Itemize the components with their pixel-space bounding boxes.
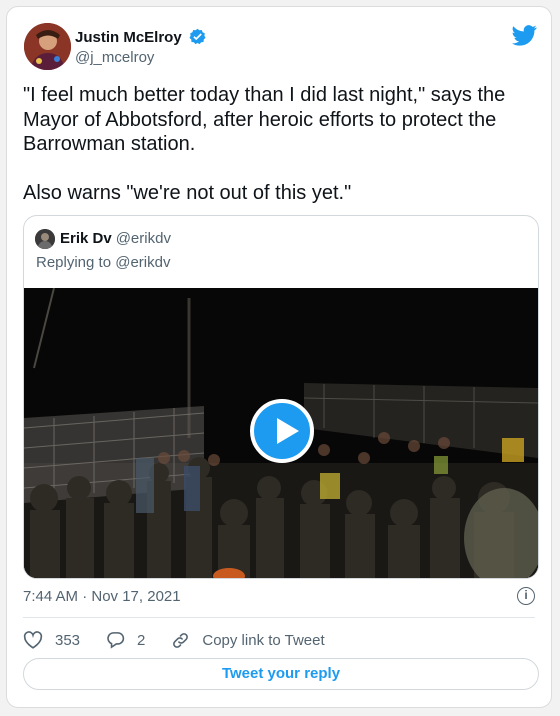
link-icon	[173, 632, 189, 648]
quoted-author-name[interactable]: Erik Dv	[60, 230, 112, 247]
verified-badge-icon	[189, 28, 206, 49]
play-button[interactable]	[250, 399, 314, 463]
tweet-card: Justin McElroy @j_mcelroy "I feel much b…	[6, 6, 552, 708]
divider	[23, 617, 535, 618]
reply-icon	[107, 632, 125, 649]
action-bar: 353 2 Copy link to Tweet	[23, 627, 351, 653]
author-handle[interactable]: @j_mcelroy	[75, 49, 154, 66]
heart-icon	[23, 631, 43, 649]
quoted-tweet[interactable]: Erik Dv @erikdv Replying to @erikdv	[23, 215, 539, 579]
author-avatar[interactable]	[24, 23, 71, 70]
tweet-your-reply-button[interactable]: Tweet your reply	[23, 658, 539, 690]
author-name[interactable]: Justin McElroy	[75, 28, 206, 49]
like-button[interactable]: 353	[23, 631, 80, 649]
tweet-text: "I feel much better today than I did las…	[23, 84, 506, 204]
reply-count: 2	[137, 631, 146, 649]
reply-action[interactable]: 2	[106, 631, 145, 649]
video-player[interactable]	[24, 288, 538, 578]
info-icon[interactable]: i	[517, 587, 535, 605]
twitter-bird-icon[interactable]	[512, 25, 537, 51]
tweet-timestamp[interactable]: 7:44 AM · Nov 17, 2021	[23, 588, 181, 605]
quoted-author[interactable]: Erik Dv @erikdv	[60, 230, 171, 247]
quoted-author-handle[interactable]: @erikdv	[116, 230, 171, 247]
copy-link-button[interactable]: Copy link to Tweet	[171, 631, 325, 650]
quoted-author-avatar[interactable]	[35, 229, 55, 249]
copy-link-label: Copy link to Tweet	[202, 631, 325, 649]
replying-to-label: Replying to @erikdv	[36, 254, 171, 271]
like-count: 353	[55, 631, 81, 649]
